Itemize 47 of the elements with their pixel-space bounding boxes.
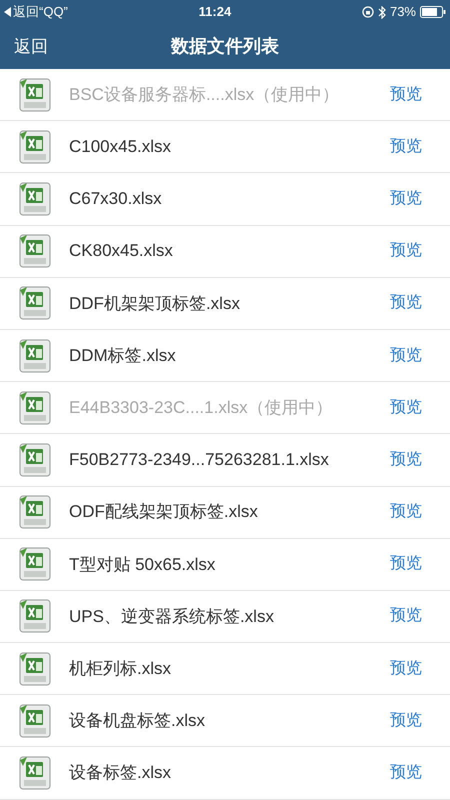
- spreadsheet-file-icon: [19, 286, 51, 320]
- rotation-lock-icon: [362, 6, 374, 18]
- file-name[interactable]: 设备标签.xlsx: [69, 760, 390, 786]
- spreadsheet-file-icon: [19, 182, 51, 216]
- battery-percent: 73%: [390, 3, 416, 22]
- preview-link[interactable]: 预览: [390, 239, 422, 264]
- preview-link[interactable]: 预览: [390, 291, 422, 316]
- file-name[interactable]: C67x30.xlsx: [69, 186, 390, 212]
- preview-link[interactable]: 预览: [390, 186, 422, 211]
- preview-link[interactable]: 预览: [390, 656, 422, 681]
- spreadsheet-file-icon: [19, 652, 51, 686]
- spreadsheet-file-icon: [19, 599, 51, 634]
- preview-link[interactable]: 预览: [390, 552, 422, 576]
- file-name[interactable]: CK80x45.xlsx: [69, 238, 390, 264]
- spreadsheet-file-icon: [19, 495, 51, 530]
- preview-link[interactable]: 预览: [390, 604, 422, 628]
- back-triangle-icon: [4, 7, 11, 17]
- file-name[interactable]: ODF配线架架顶标签.xlsx: [69, 499, 390, 525]
- spreadsheet-file-icon: [19, 338, 51, 373]
- file-name[interactable]: F50B2773-2349...75263281.1.xlsx: [69, 447, 390, 473]
- page-title: 数据文件列表: [171, 35, 279, 58]
- file-name[interactable]: DDF机架架顶标签.xlsx: [69, 290, 390, 316]
- preview-link[interactable]: 预览: [390, 708, 422, 733]
- file-name[interactable]: DDM标签.xlsx: [69, 342, 390, 368]
- spreadsheet-file-icon: [19, 130, 51, 164]
- status-time: 11:24: [198, 3, 232, 22]
- file-name[interactable]: 设备机盘标签.xlsx: [69, 708, 390, 734]
- spreadsheet-file-icon: [19, 547, 51, 582]
- spreadsheet-file-icon: [19, 756, 51, 790]
- bluetooth-icon: [378, 6, 386, 18]
- file-name[interactable]: C100x45.xlsx: [69, 134, 390, 160]
- preview-link[interactable]: 预览: [390, 448, 422, 472]
- back-to-app-link[interactable]: 返回“QQ”: [4, 2, 68, 22]
- preview-link[interactable]: 预览: [390, 500, 422, 524]
- preview-link[interactable]: 预览: [390, 344, 422, 368]
- spreadsheet-file-icon: [19, 442, 51, 477]
- spreadsheet-file-icon: [19, 390, 51, 425]
- file-name[interactable]: 机柜列标.xlsx: [69, 656, 390, 682]
- spreadsheet-file-icon: [19, 78, 51, 112]
- file-name[interactable]: T型对贴 50x65.xlsx: [69, 552, 390, 578]
- spreadsheet-file-icon: [19, 704, 51, 738]
- preview-link[interactable]: 预览: [390, 134, 422, 159]
- file-name[interactable]: UPS、逆变器系统标签.xlsx: [69, 604, 390, 630]
- spreadsheet-file-icon: [19, 234, 51, 268]
- battery-icon: [420, 6, 446, 18]
- preview-link[interactable]: 预览: [390, 761, 422, 786]
- back-button[interactable]: 返回: [14, 34, 48, 60]
